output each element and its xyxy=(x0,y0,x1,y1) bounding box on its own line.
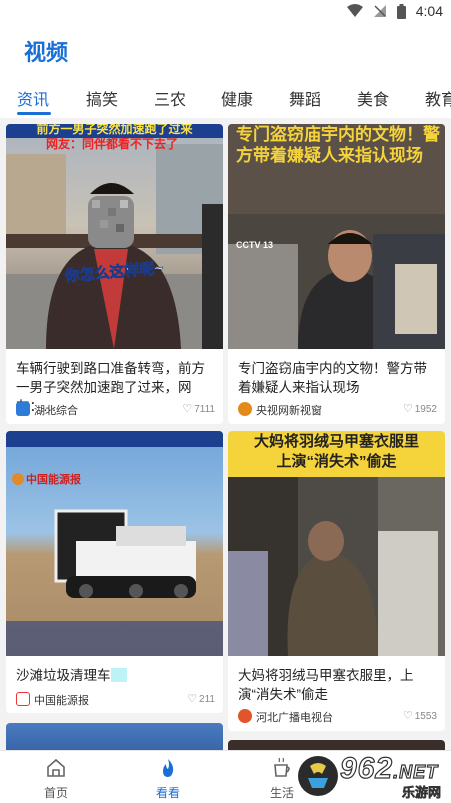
tab-education[interactable]: 教育 xyxy=(425,86,451,110)
video-meta: 中国能源报 ♡ 211 xyxy=(16,691,215,707)
status-time: 4:04 xyxy=(415,3,443,19)
channel-badge: CCTV 13 xyxy=(236,240,274,250)
thumbnail-scene xyxy=(6,431,223,656)
wifi-icon xyxy=(346,4,363,18)
source-logo-icon xyxy=(16,692,30,706)
heart-icon: ♡ xyxy=(402,403,413,415)
source-logo-icon xyxy=(16,402,30,416)
tab-news[interactable]: 资讯 xyxy=(17,86,49,110)
video-thumbnail[interactable]: 专门盗窃庙宇内的文物！警方带着嫌疑人来指认现场 CCTV 13 xyxy=(228,124,445,349)
thumbnail-top-caption: 前方一男子突然加速跑了过来 xyxy=(6,124,223,138)
tab-dance[interactable]: 舞蹈 xyxy=(289,86,321,110)
like-count[interactable]: ♡ 211 xyxy=(187,692,215,705)
video-thumbnail[interactable]: 中国能源报 xyxy=(6,431,223,656)
thumbnail-top-caption: 大妈将羽绒马甲塞衣服里 xyxy=(253,433,419,450)
source-logo-icon xyxy=(238,709,252,723)
active-tab-indicator xyxy=(17,112,51,115)
video-meta: 湖北综合 ♡ 7111 xyxy=(16,401,215,417)
video-thumbnail[interactable]: 前方一男子突然加速跑了过来 网友：同伴都看不下去了 你怎么这样呢~ xyxy=(6,124,223,349)
video-thumbnail[interactable]: 大妈将羽绒马甲塞衣服里 上演“消失术”偷走 xyxy=(228,431,445,656)
video-card[interactable] xyxy=(228,740,445,750)
video-title[interactable]: 大妈将羽绒马甲塞衣服里，上演“消失术”偷走 xyxy=(238,666,437,704)
video-card[interactable] xyxy=(6,723,223,750)
heart-icon: ♡ xyxy=(187,693,198,705)
heart-icon: ♡ xyxy=(402,710,413,722)
no-signal-icon xyxy=(373,4,387,18)
category-tabs: 资讯 搞笑 三农 健康 舞蹈 美食 教育 xyxy=(0,76,451,118)
video-card[interactable]: 中国能源报 沙滩垃圾清理车 中国能源报 ♡ 211 xyxy=(6,431,223,713)
logo-mark-icon xyxy=(12,473,24,485)
like-count[interactable]: ♡ 1553 xyxy=(403,709,437,722)
page-title: 视频 xyxy=(24,40,69,65)
nav-watch[interactable]: 看看 xyxy=(128,757,208,801)
video-title[interactable]: 沙滩垃圾清理车 xyxy=(16,666,215,685)
tab-agriculture[interactable]: 三农 xyxy=(154,86,186,110)
watermark-suffix: .NET xyxy=(392,761,439,782)
video-card[interactable]: 前方一男子突然加速跑了过来 网友：同伴都看不下去了 你怎么这样呢~ 车辆行驶到路… xyxy=(6,124,223,424)
watermark-number: 962 xyxy=(339,751,394,785)
watermark-sub: 乐游网 xyxy=(402,785,442,801)
video-card[interactable]: 大妈将羽绒马甲塞衣服里 上演“消失术”偷走 大妈将羽绒马甲塞衣服里，上演“消失术… xyxy=(228,431,445,731)
battery-icon xyxy=(396,3,406,19)
source-name[interactable]: 湖北综合 xyxy=(34,402,78,418)
tab-health[interactable]: 健康 xyxy=(221,86,253,110)
heart-icon: ♡ xyxy=(182,403,193,415)
app-header: 视频 xyxy=(0,24,451,76)
video-feed[interactable]: 前方一男子突然加速跑了过来 网友：同伴都看不下去了 你怎么这样呢~ 车辆行驶到路… xyxy=(0,118,451,750)
thumbnail-top-caption: 专门盗窃庙宇内的文物！警方带着嫌疑人来指认现场 xyxy=(236,125,440,165)
video-card[interactable]: 专门盗窃庙宇内的文物！警方带着嫌疑人来指认现场 CCTV 13 专门盗窃庙宇内的… xyxy=(228,124,445,424)
nav-label: 看看 xyxy=(155,786,180,800)
video-title[interactable]: 专门盗窃庙宇内的文物！警方带着嫌疑人来指认现场 xyxy=(238,359,437,397)
flame-icon xyxy=(128,757,208,779)
source-name[interactable]: 央视网新视窗 xyxy=(256,402,322,418)
tab-funny[interactable]: 搞笑 xyxy=(86,86,118,110)
watermark-logo: 962.NET 乐游网 xyxy=(296,751,448,801)
thumbnail-sub-caption: 上演“消失术”偷走 xyxy=(276,453,397,470)
thumbnail-scene xyxy=(6,144,223,349)
like-count[interactable]: ♡ 7111 xyxy=(182,402,215,415)
thumbnail-logo: 中国能源报 xyxy=(12,473,102,487)
nav-home[interactable]: 首页 xyxy=(16,757,96,801)
thumbnail-sub-caption: 网友：同伴都看不下去了 xyxy=(46,137,179,151)
source-name[interactable]: 河北广播电视台 xyxy=(256,709,333,725)
source-logo-icon xyxy=(238,402,252,416)
status-bar: 4:04 xyxy=(0,0,451,24)
like-count[interactable]: ♡ 1952 xyxy=(403,402,437,415)
video-meta: 河北广播电视台 ♡ 1553 xyxy=(238,708,437,724)
home-icon xyxy=(16,757,96,779)
video-meta: 央视网新视窗 ♡ 1952 xyxy=(238,401,437,417)
tab-food[interactable]: 美食 xyxy=(357,86,389,110)
source-name[interactable]: 中国能源报 xyxy=(34,692,89,708)
nav-label: 首页 xyxy=(43,786,68,800)
